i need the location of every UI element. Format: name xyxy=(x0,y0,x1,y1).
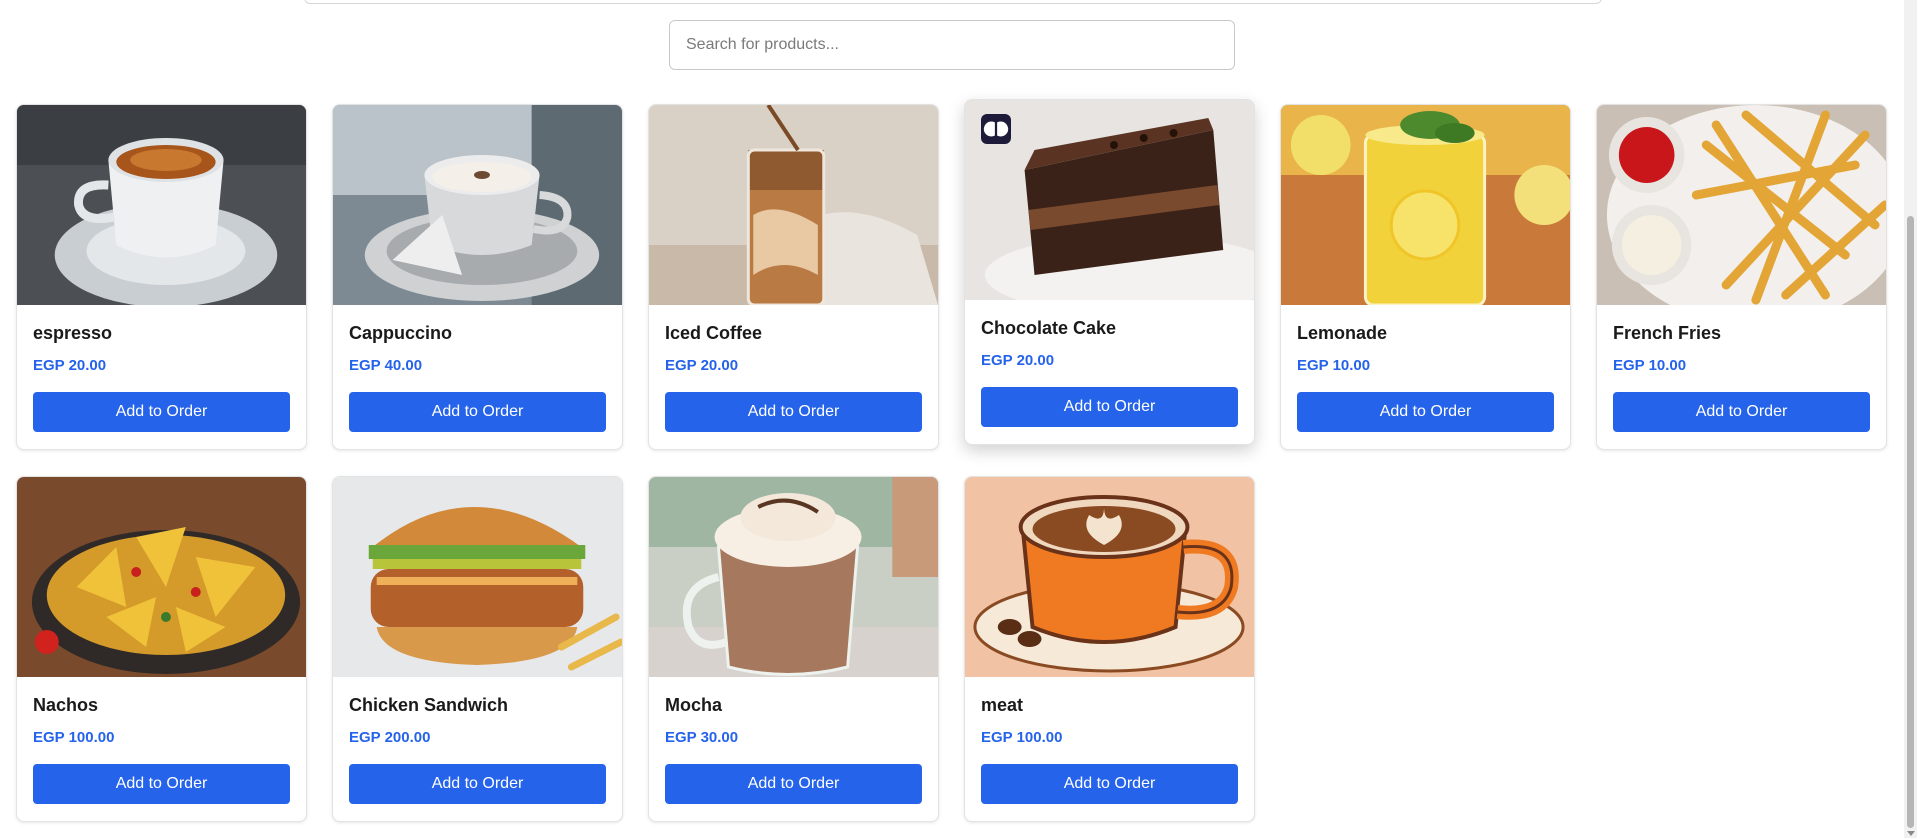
product-card: Iced Coffee EGP 20.00 Add to Order xyxy=(648,104,939,450)
add-to-order-button[interactable]: Add to Order xyxy=(33,764,290,804)
add-to-order-button[interactable]: Add to Order xyxy=(665,392,922,432)
vertical-scrollbar[interactable] xyxy=(1904,0,1917,838)
product-image-lemonade xyxy=(1281,105,1570,305)
product-image-chocolate-cake xyxy=(965,100,1254,300)
product-price: EGP 20.00 xyxy=(33,357,107,374)
product-name: espresso xyxy=(33,323,113,343)
product-price: EGP 100.00 xyxy=(981,729,1063,746)
add-to-order-button[interactable]: Add to Order xyxy=(1613,392,1870,432)
product-card: French Fries EGP 10.00 Add to Order xyxy=(1596,104,1887,450)
product-image-latte-art xyxy=(965,477,1254,677)
product-price: EGP 100.00 xyxy=(33,729,115,746)
product-name: Chocolate Cake xyxy=(981,318,1117,338)
search-bar xyxy=(669,20,1235,70)
product-price: EGP 20.00 xyxy=(665,357,739,374)
product-name: Iced Coffee xyxy=(665,323,763,343)
product-image-chicken-sandwich xyxy=(333,477,622,677)
product-image-cappuccino xyxy=(333,105,622,305)
product-price: EGP 30.00 xyxy=(665,729,739,746)
add-to-order-button[interactable]: Add to Order xyxy=(665,764,922,804)
product-image-iced-coffee xyxy=(649,105,938,305)
product-name: Mocha xyxy=(665,695,723,715)
product-card: Nachos EGP 100.00 Add to Order xyxy=(16,476,307,822)
add-to-order-button[interactable]: Add to Order xyxy=(981,764,1238,804)
add-to-order-button[interactable]: Add to Order xyxy=(349,764,606,804)
add-to-order-button[interactable]: Add to Order xyxy=(981,387,1238,427)
add-to-order-button[interactable]: Add to Order xyxy=(1297,392,1554,432)
search-input[interactable] xyxy=(669,20,1235,70)
add-to-order-button[interactable]: Add to Order xyxy=(349,392,606,432)
product-card: meat EGP 100.00 Add to Order xyxy=(964,476,1255,822)
product-name: French Fries xyxy=(1613,323,1722,343)
product-price: EGP 10.00 xyxy=(1613,357,1687,374)
brain-icon[interactable] xyxy=(981,114,1011,144)
product-name: Chicken Sandwich xyxy=(349,695,509,715)
product-image-mocha xyxy=(649,477,938,677)
product-image-nachos xyxy=(17,477,306,677)
product-card: espresso EGP 20.00 Add to Order xyxy=(16,104,307,450)
product-card: Chocolate Cake EGP 20.00 Add to Order xyxy=(964,99,1255,445)
product-card: Cappuccino EGP 40.00 Add to Order xyxy=(332,104,623,450)
product-image-espresso xyxy=(17,105,306,305)
product-name: meat xyxy=(981,695,1024,715)
product-image-french-fries xyxy=(1597,105,1886,305)
scrollbar-thumb[interactable] xyxy=(1907,216,1914,828)
add-to-order-button[interactable]: Add to Order xyxy=(33,392,290,432)
product-name: Nachos xyxy=(33,695,99,715)
product-card: Lemonade EGP 10.00 Add to Order xyxy=(1280,104,1571,450)
product-card: Chicken Sandwich EGP 200.00 Add to Order xyxy=(332,476,623,822)
product-price: EGP 40.00 xyxy=(349,357,423,374)
product-grid: espresso EGP 20.00 Add to Order Cappucci… xyxy=(16,99,1890,822)
product-price: EGP 200.00 xyxy=(349,729,431,746)
product-name: Lemonade xyxy=(1297,323,1388,343)
product-name: Cappuccino xyxy=(349,323,453,343)
scroll-down-arrow-icon[interactable] xyxy=(1907,831,1915,836)
product-card: Mocha EGP 30.00 Add to Order xyxy=(648,476,939,822)
product-price: EGP 10.00 xyxy=(1297,357,1371,374)
top-panel-edge xyxy=(304,0,1602,4)
product-price: EGP 20.00 xyxy=(981,352,1055,369)
